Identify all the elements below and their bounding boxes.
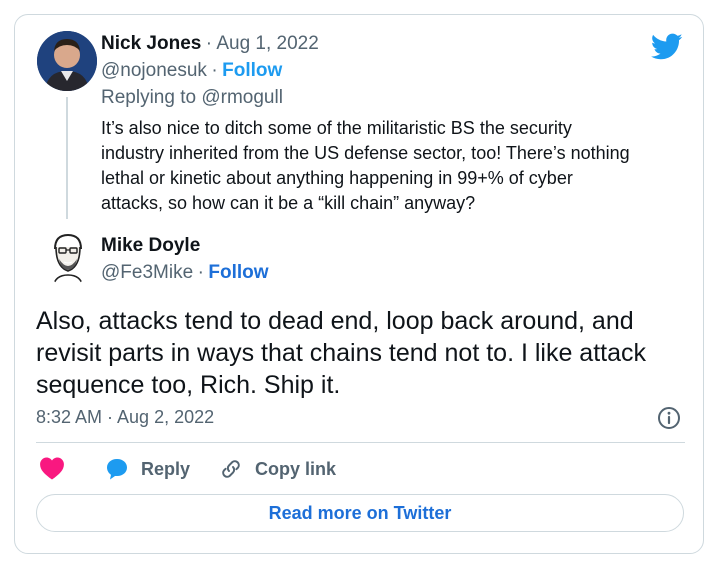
follow-button-mike[interactable]: Follow: [208, 262, 268, 283]
link-icon: [222, 460, 240, 478]
heart-icon: [40, 457, 64, 480]
info-icon[interactable]: [657, 406, 681, 430]
read-more-on-twitter-button[interactable]: Read more on Twitter: [36, 494, 684, 532]
main-text-line: revisit parts in ways that chains tend n…: [36, 339, 647, 367]
replying-to-label[interactable]: Replying to @rmogull: [101, 87, 283, 109]
main-author-handle[interactable]: @Fe3Mike: [101, 262, 193, 283]
main-text-line: sequence too, Rich. Ship it.: [36, 371, 341, 399]
thread-connector-line: [66, 97, 68, 219]
reply-author-name[interactable]: Nick Jones: [101, 33, 201, 54]
main-tweet-text: Also, attacks tend to dead end, loop bac…: [36, 305, 646, 401]
embedded-tweet-card: Nick Jones · Aug 1, 2022 @nojonesuk · Fo…: [14, 14, 704, 554]
reply-bubble-icon: [107, 459, 127, 480]
reply-text-line: industry inherited from the US defense s…: [101, 143, 630, 163]
main-text-line: Also, attacks tend to dead end, loop bac…: [36, 307, 634, 335]
main-author-name[interactable]: Mike Doyle: [101, 235, 200, 257]
follow-button-nick[interactable]: Follow: [222, 60, 282, 81]
copy-link-button[interactable]: Copy link: [219, 455, 336, 483]
reply-text-line: It’s also nice to ditch some of the mili…: [101, 118, 572, 138]
reply-label: Reply: [141, 458, 191, 479]
reply-text-line: attacks, so how can it be a “kill chain”…: [101, 193, 476, 213]
tweet-timestamp[interactable]: 8:32 AM · Aug 2, 2022: [36, 407, 214, 428]
divider: [36, 442, 685, 443]
like-button[interactable]: [39, 456, 65, 480]
separator-dot: ·: [197, 262, 204, 283]
read-more-label: Read more on Twitter: [268, 502, 452, 523]
reply-button[interactable]: Reply: [105, 455, 190, 483]
separator-dot: ·: [211, 60, 218, 81]
copy-link-label: Copy link: [255, 458, 337, 479]
reply-date[interactable]: · Aug 1, 2022: [206, 33, 319, 54]
avatar-mike-doyle[interactable]: [45, 229, 91, 287]
avatar-nick-jones[interactable]: [37, 31, 97, 91]
reply-tweet-text: It’s also nice to ditch some of the mili…: [101, 116, 630, 216]
reply-author-handle[interactable]: @nojonesuk: [101, 60, 207, 81]
twitter-bird-icon[interactable]: [650, 33, 683, 61]
reply-text-line: lethal or kinetic about anything happeni…: [101, 168, 573, 188]
